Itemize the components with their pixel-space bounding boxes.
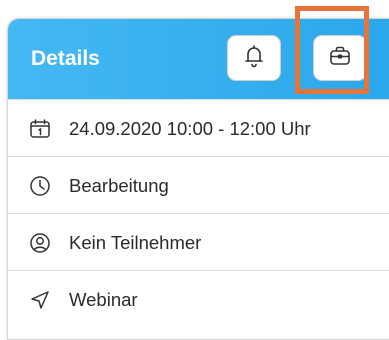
details-panel: Details 24.09.2020 10:00 - 12:00 Uhr Bea… xyxy=(7,18,389,340)
detail-location-text: Webinar xyxy=(69,288,138,310)
detail-date-text: 24.09.2020 10:00 - 12:00 Uhr xyxy=(69,117,311,139)
detail-status-text: Bearbeitung xyxy=(69,174,169,196)
briefcase-button[interactable] xyxy=(313,35,367,81)
detail-row-participants: Kein Teilnehmer xyxy=(8,213,389,271)
detail-row-date: 24.09.2020 10:00 - 12:00 Uhr xyxy=(8,99,389,157)
notification-button[interactable] xyxy=(227,35,281,81)
detail-row-location: Webinar xyxy=(8,270,389,328)
bell-icon xyxy=(243,44,265,73)
detail-participants-text: Kein Teilnehmer xyxy=(69,231,202,253)
details-title: Details xyxy=(31,47,100,70)
user-circle-icon xyxy=(28,231,52,255)
clock-icon xyxy=(28,174,52,198)
calendar-icon xyxy=(28,117,52,141)
location-arrow-icon xyxy=(28,288,52,312)
details-header: Details xyxy=(8,19,389,99)
briefcase-icon xyxy=(328,45,352,72)
detail-row-status: Bearbeitung xyxy=(8,156,389,214)
